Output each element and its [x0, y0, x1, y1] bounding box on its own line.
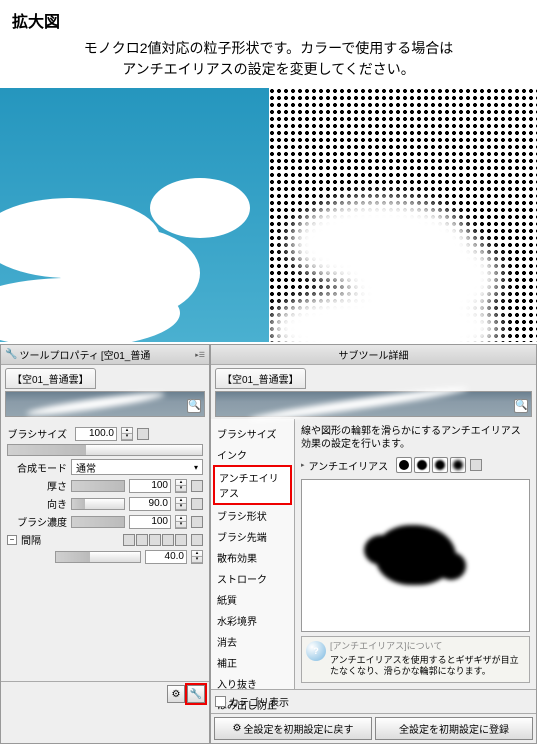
category-item[interactable]: ブラシサイズ	[213, 423, 292, 444]
tool-property-title: 🔧 ツールプロパティ [空01_普通 ▸☰	[1, 345, 209, 365]
brush-size-label: ブラシサイズ	[7, 426, 67, 441]
blend-label: 合成モード	[7, 460, 67, 475]
aa-options[interactable]	[396, 457, 466, 473]
direction-stepper[interactable]: ▴▾	[175, 497, 187, 511]
category-item[interactable]: 消去	[213, 631, 292, 652]
spacing-thumb[interactable]	[162, 534, 174, 546]
info-title: [アンチエイリアス]について	[330, 641, 525, 653]
category-item[interactable]: 水彩境界	[213, 610, 292, 631]
spacing-stepper[interactable]: ▴▾	[191, 550, 203, 564]
expand-spacing[interactable]: −	[7, 535, 17, 545]
density-label: ブラシ濃度	[7, 514, 67, 529]
zoom-icon[interactable]: 🔍	[514, 399, 528, 413]
category-item[interactable]: インク	[213, 444, 292, 465]
menu-icon[interactable]: ▸☰	[195, 351, 205, 359]
thickness-input[interactable]: 100	[129, 479, 171, 493]
thickness-stepper[interactable]: ▴▾	[175, 479, 187, 493]
category-show-checkbox[interactable]	[215, 696, 226, 707]
category-description: 線や図形の輪郭を滑らかにするアンチエイリアス効果の設定を行います。	[301, 425, 530, 451]
category-item[interactable]: 紙質	[213, 589, 292, 610]
subtool-detail-panel: サブツール詳細 【空01_普通雲】 🔍 ブラシサイズインクアンチエイリアスブラシ…	[210, 344, 537, 744]
direction-label: 向き	[7, 496, 67, 511]
brush-blob-preview	[301, 479, 530, 632]
spacing-thumb[interactable]	[136, 534, 148, 546]
zoom-icon[interactable]: 🔍	[187, 399, 201, 413]
density-input[interactable]: 100	[129, 515, 171, 529]
brush-size-input[interactable]: 100.0	[75, 427, 117, 441]
category-show-label: カテゴリ表示	[229, 694, 289, 709]
thickness-slider[interactable]	[71, 480, 125, 492]
density-slider[interactable]	[71, 516, 125, 528]
info-icon: ?	[306, 641, 326, 661]
dynamics-icon[interactable]	[137, 428, 149, 440]
spacing-label: 間隔	[21, 532, 51, 547]
dynamics-icon[interactable]	[191, 534, 203, 546]
category-item[interactable]: アンチエイリアス	[213, 465, 292, 505]
brush-size-stepper[interactable]: ▴▾	[121, 427, 133, 441]
density-stepper[interactable]: ▴▾	[175, 515, 187, 529]
chevron-icon[interactable]: ▸	[301, 461, 305, 469]
brush-tab[interactable]: 【空01_普通雲】	[5, 368, 96, 389]
page-title: 拡大図	[12, 8, 525, 32]
dynamics-icon[interactable]	[191, 480, 203, 492]
page-description: モノクロ2値対応の粒子形状です。カラーで使用する場合は アンチエイリアスの設定を…	[12, 38, 525, 80]
save-all-button[interactable]: 全設定を初期設定に登録	[375, 717, 533, 740]
brush-size-slider[interactable]	[7, 444, 203, 456]
spacing-thumb[interactable]	[149, 534, 161, 546]
cloud-mono-example	[269, 88, 537, 342]
thickness-label: 厚さ	[7, 478, 67, 493]
spacing-slider[interactable]	[55, 551, 141, 563]
direction-input[interactable]: 90.0	[129, 497, 171, 511]
category-item[interactable]: ストローク	[213, 568, 292, 589]
spacing-thumb[interactable]	[175, 534, 187, 546]
reset-icon[interactable]: ⚙	[167, 685, 185, 703]
direction-slider[interactable]	[71, 498, 125, 510]
reset-all-button[interactable]: ⚙全設定を初期設定に戻す	[214, 717, 372, 740]
dynamics-icon[interactable]	[191, 498, 203, 510]
category-item[interactable]: 散布効果	[213, 547, 292, 568]
wrench-icon: 🔧	[5, 349, 17, 360]
stroke-preview: 🔍	[5, 391, 205, 417]
detail-stroke-preview: 🔍	[215, 391, 532, 417]
category-list: ブラシサイズインクアンチエイリアスブラシ形状ブラシ先端散布効果ストローク紙質水彩…	[211, 419, 295, 689]
info-box: ? [アンチエイリアス]について アンチエイリアスを使用するとギザギザが目立たな…	[301, 636, 530, 683]
example-images	[0, 88, 537, 342]
tool-property-panel: 🔧 ツールプロパティ [空01_普通 ▸☰ 【空01_普通雲】 🔍 ブラシサイズ…	[0, 344, 210, 744]
spacing-thumb[interactable]	[123, 534, 135, 546]
category-item[interactable]: 入り抜き	[213, 673, 292, 694]
cloud-color-example	[0, 88, 269, 342]
category-item[interactable]: 補正	[213, 652, 292, 673]
blend-mode-dropdown[interactable]: 通常	[71, 459, 203, 475]
category-item[interactable]: ブラシ形状	[213, 505, 292, 526]
subtool-detail-button[interactable]: 🔧	[187, 685, 205, 703]
category-item[interactable]: ブラシ先端	[213, 526, 292, 547]
dynamics-icon[interactable]	[191, 516, 203, 528]
dynamics-icon[interactable]	[470, 459, 482, 471]
info-text: アンチエイリアスを使用するとギザギザが目立たなくなり、滑らかな輪郭になります。	[330, 655, 525, 678]
spacing-input[interactable]: 40.0	[145, 550, 187, 564]
subtool-detail-title: サブツール詳細	[211, 345, 536, 365]
aa-label: アンチエイリアス	[309, 458, 389, 473]
detail-tab[interactable]: 【空01_普通雲】	[215, 368, 306, 389]
